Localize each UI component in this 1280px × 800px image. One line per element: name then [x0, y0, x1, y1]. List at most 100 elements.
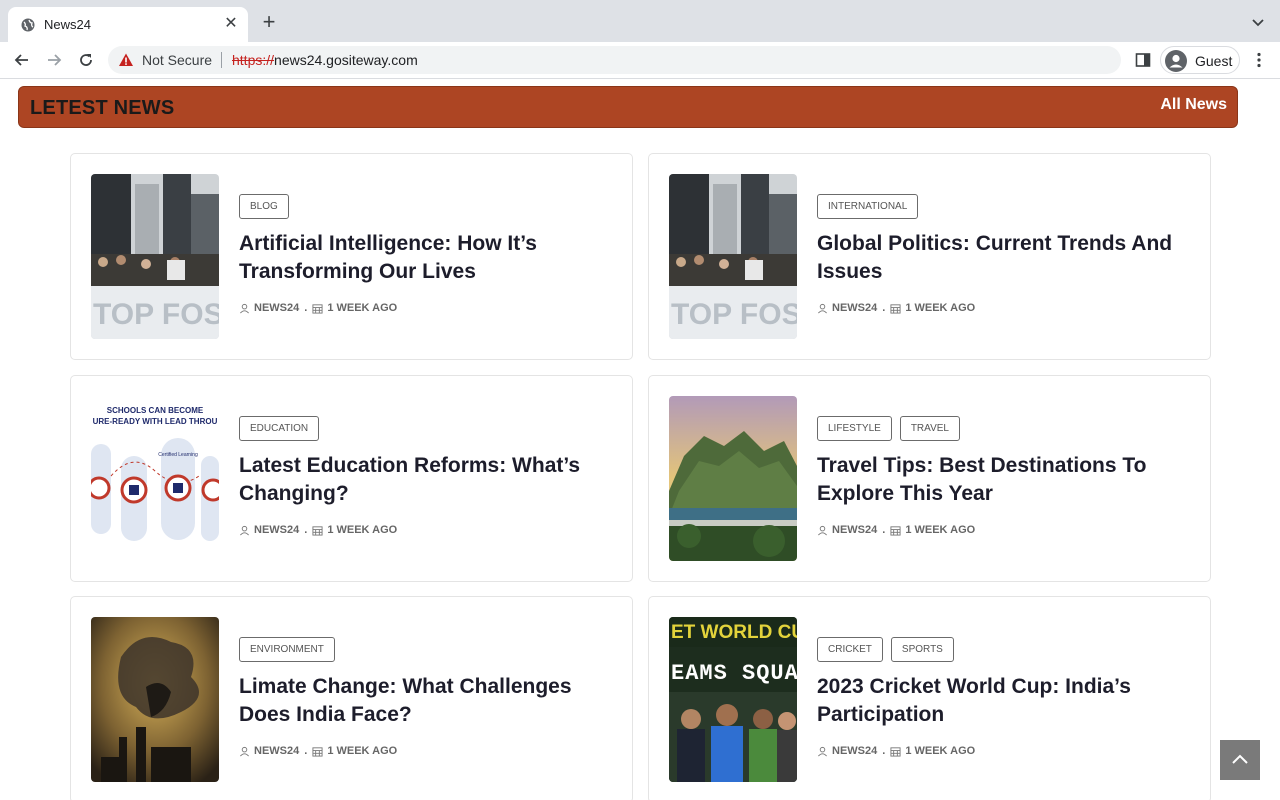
article-meta: NEWS24 . 1 WEEK AGO: [817, 524, 975, 536]
article-meta: NEWS24 . 1 WEEK AGO: [239, 302, 397, 314]
section-title: LETEST NEWS: [30, 97, 175, 119]
tag-list: ENVIRONMENT: [239, 637, 335, 662]
address-bar[interactable]: Not Secure https://news24.gositeway.com: [108, 46, 1121, 74]
user-icon: [818, 525, 827, 535]
meta-separator: .: [882, 745, 886, 757]
category-tag[interactable]: SPORTS: [890, 637, 954, 662]
reload-icon[interactable]: [76, 50, 96, 70]
author-name[interactable]: NEWS24: [832, 745, 877, 757]
calendar-icon: [312, 746, 323, 757]
calendar-icon: [890, 525, 901, 536]
article-meta: NEWS24 . 1 WEEK AGO: [817, 302, 975, 314]
browser-tab[interactable]: News24 ✕: [8, 7, 248, 42]
news-thumbnail[interactable]: [91, 617, 219, 782]
profile-button[interactable]: Guest: [1160, 46, 1240, 74]
author-name[interactable]: NEWS24: [832, 302, 877, 314]
infographic-line: URE-READY WITH LEAD THROU: [93, 417, 218, 426]
news-thumbnail[interactable]: ET WORLD CUP EAMS SQUA: [669, 617, 797, 782]
chevron-up-icon: [1232, 754, 1248, 764]
calendar-icon: [890, 303, 901, 314]
avatar-icon: [1165, 50, 1187, 72]
meta-separator: .: [304, 745, 308, 757]
news-card: TOP FOSSILES BLOG Artificial Intelligenc…: [70, 153, 633, 360]
back-arrow-icon[interactable]: [12, 50, 32, 70]
user-icon: [240, 746, 249, 756]
category-tag[interactable]: EDUCATION: [239, 416, 320, 441]
url-host: news24.gositeway.com: [274, 52, 418, 68]
meta-separator: .: [882, 524, 886, 536]
article-title[interactable]: 2023 Cricket World Cup: India’s Particip…: [817, 673, 1187, 729]
meta-separator: .: [304, 524, 308, 536]
author-name[interactable]: NEWS24: [254, 302, 299, 314]
image-headline: ET WORLD CUP: [671, 622, 797, 643]
article-title[interactable]: Latest Education Reforms: What’s Changin…: [239, 452, 609, 508]
forward-arrow-icon[interactable]: [44, 50, 64, 70]
article-title[interactable]: Limate Change: What Challenges Does Indi…: [239, 673, 609, 729]
tag-list: INTERNATIONAL: [817, 194, 919, 219]
all-news-link[interactable]: All News: [1160, 96, 1227, 114]
security-status[interactable]: Not Secure: [142, 52, 212, 68]
calendar-icon: [312, 525, 323, 536]
news-thumbnail[interactable]: TOP FOSSILES: [669, 174, 797, 339]
news-card: SCHOOLS CAN BECOME URE-READY WITH LEAD T…: [70, 375, 633, 582]
article-title[interactable]: Artificial Intelligence: How It’s Transf…: [239, 230, 609, 286]
education-infographic: SCHOOLS CAN BECOME URE-READY WITH LEAD T…: [91, 396, 219, 561]
author-name[interactable]: NEWS24: [254, 745, 299, 757]
back-to-top-button[interactable]: [1220, 740, 1260, 780]
new-tab-icon[interactable]: +: [260, 11, 278, 33]
author-name[interactable]: NEWS24: [832, 524, 877, 536]
profile-name: Guest: [1195, 53, 1233, 69]
user-icon: [240, 303, 249, 313]
news-thumbnail[interactable]: SCHOOLS CAN BECOME URE-READY WITH LEAD T…: [91, 396, 219, 561]
svg-text:TOP FOSSILES: TOP FOSSILES: [671, 298, 797, 331]
category-tag[interactable]: CRICKET: [817, 637, 883, 662]
browser-tab-strip: News24 ✕ +: [0, 0, 1280, 42]
tab-search-chevron-icon[interactable]: [1250, 14, 1266, 30]
tag-list: CRICKET SPORTS: [817, 637, 954, 662]
calendar-icon: [890, 746, 901, 757]
article-title[interactable]: Travel Tips: Best Destinations To Explor…: [817, 452, 1187, 508]
category-tag[interactable]: TRAVEL: [899, 416, 960, 441]
article-meta: NEWS24 . 1 WEEK AGO: [239, 745, 397, 757]
publish-time: 1 WEEK AGO: [327, 302, 398, 314]
news-thumbnail[interactable]: [669, 396, 797, 561]
news-card: LIFESTYLE TRAVEL Travel Tips: Best Desti…: [648, 375, 1211, 582]
user-icon: [240, 525, 249, 535]
article-meta: NEWS24 . 1 WEEK AGO: [239, 524, 397, 536]
url-text[interactable]: https://news24.gositeway.com: [232, 52, 418, 68]
image-subheadline: EAMS SQUA: [671, 661, 797, 686]
category-tag[interactable]: BLOG: [239, 194, 289, 219]
tag-list: BLOG: [239, 194, 289, 219]
category-tag[interactable]: INTERNATIONAL: [817, 194, 919, 219]
globe-icon: [21, 18, 35, 32]
publish-time: 1 WEEK AGO: [905, 524, 976, 536]
protest-photo: TOP FOSSILES: [669, 174, 797, 339]
latest-news-banner: LETEST NEWS All News: [18, 86, 1238, 128]
news-thumbnail[interactable]: TOP FOSSILES: [91, 174, 219, 339]
publish-time: 1 WEEK AGO: [327, 524, 398, 536]
browser-toolbar: Not Secure https://news24.gositeway.com …: [0, 42, 1280, 79]
news-card: ENVIRONMENT Limate Change: What Challeng…: [70, 596, 633, 800]
news-card: ET WORLD CUP EAMS SQUA CRICKET SPORTS 20…: [648, 596, 1211, 800]
infographic-line: Certified Learning: [158, 452, 198, 458]
article-meta: NEWS24 . 1 WEEK AGO: [817, 745, 975, 757]
author-name[interactable]: NEWS24: [254, 524, 299, 536]
tag-list: LIFESTYLE TRAVEL: [817, 416, 960, 441]
category-tag[interactable]: LIFESTYLE: [817, 416, 892, 441]
more-menu-icon[interactable]: [1250, 51, 1268, 69]
publish-time: 1 WEEK AGO: [905, 302, 976, 314]
warning-icon[interactable]: [118, 52, 134, 68]
category-tag[interactable]: ENVIRONMENT: [239, 637, 335, 662]
island-photo: [669, 396, 797, 561]
pollution-photo: [91, 617, 219, 782]
tab-title: News24: [44, 17, 91, 32]
close-tab-icon[interactable]: ✕: [222, 15, 240, 33]
tag-list: EDUCATION: [239, 416, 320, 441]
news-card: TOP FOSSILES INTERNATIONAL Global Politi…: [648, 153, 1211, 360]
user-icon: [818, 746, 827, 756]
side-panel-icon[interactable]: [1134, 51, 1152, 69]
infographic-line: SCHOOLS CAN BECOME: [107, 406, 204, 415]
page-content: LETEST NEWS All News TOP FOSSILES BLOG A…: [0, 80, 1280, 800]
cricket-team-photo: ET WORLD CUP EAMS SQUA: [669, 617, 797, 782]
article-title[interactable]: Global Politics: Current Trends And Issu…: [817, 230, 1187, 286]
